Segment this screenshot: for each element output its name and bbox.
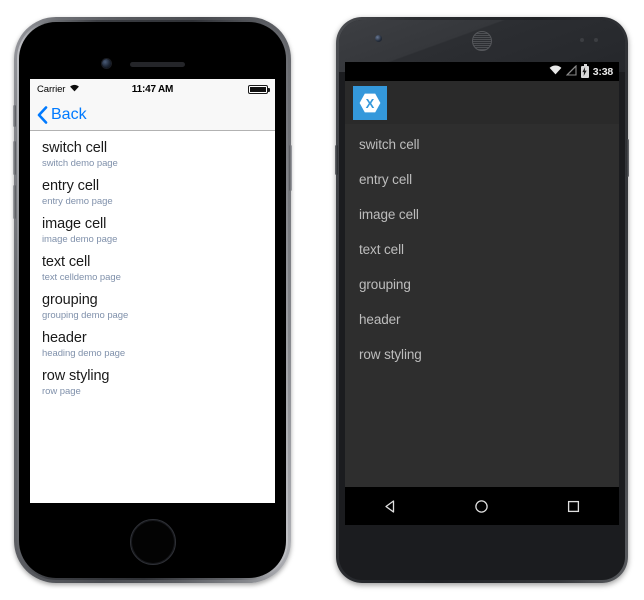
ios-nav-bar: Back [30, 99, 275, 131]
ios-list: switch cell switch demo page entry cell … [30, 131, 275, 402]
list-item[interactable]: header [345, 302, 619, 337]
volume-up-button[interactable] [13, 141, 16, 175]
list-item-detail: heading demo page [42, 348, 126, 359]
ambient-light-sensor-icon [594, 38, 598, 42]
cell-signal-icon [565, 64, 577, 79]
android-clock: 3:38 [592, 65, 613, 78]
list-item[interactable]: text cell [345, 232, 619, 267]
battery-charging-icon [580, 63, 589, 78]
svg-text:X: X [366, 96, 375, 111]
list-item-title: row styling [42, 368, 110, 384]
list-item-title: header [42, 330, 87, 346]
device-comparison-screenshot: Carrier 11:47 AM Back switch cell switch… [0, 0, 644, 600]
iphone-device: Carrier 11:47 AM Back switch cell switch… [13, 17, 292, 583]
android-device: 3:38 X switch cell entry cell image cell… [335, 17, 629, 583]
carrier-label: Carrier [37, 83, 66, 95]
android-nav-bar [345, 487, 619, 525]
list-item[interactable]: image cell image demo page [30, 212, 275, 250]
iphone-screen: Carrier 11:47 AM Back switch cell switch… [30, 79, 275, 503]
list-item-detail: grouping demo page [42, 310, 129, 321]
list-item[interactable]: entry cell entry demo page [30, 174, 275, 212]
home-button[interactable] [129, 519, 176, 565]
list-item-detail: text celldemo page [42, 272, 121, 283]
android-status-bar: 3:38 [345, 62, 619, 81]
wifi-icon [69, 83, 80, 95]
list-item[interactable]: switch cell [345, 127, 619, 162]
list-item-detail: entry demo page [42, 196, 113, 207]
list-item[interactable]: text cell text celldemo page [30, 250, 275, 288]
earpiece-speaker-icon [130, 62, 185, 67]
list-item-title: switch cell [42, 140, 107, 156]
list-item[interactable]: row styling row page [30, 364, 275, 402]
list-item-title: grouping [42, 292, 98, 308]
back-button-label: Back [51, 105, 87, 123]
list-item-detail: row page [42, 386, 81, 397]
volume-down-button[interactable] [13, 185, 16, 219]
android-action-bar: X [345, 81, 619, 124]
power-button[interactable] [289, 145, 292, 191]
proximity-sensor-icon [580, 38, 584, 42]
list-item-title: text cell [42, 254, 91, 270]
mute-switch[interactable] [13, 105, 16, 127]
front-camera-icon [102, 59, 111, 68]
list-item[interactable]: switch cell switch demo page [30, 136, 275, 174]
xamarin-logo-icon[interactable]: X [353, 85, 387, 120]
front-camera-icon [375, 35, 382, 42]
power-button[interactable] [626, 139, 629, 177]
ios-status-left: Carrier [37, 83, 80, 95]
list-item[interactable]: row styling [345, 337, 619, 372]
volume-button[interactable] [335, 145, 338, 175]
android-screen: 3:38 X switch cell entry cell image cell… [345, 62, 619, 525]
wifi-icon [549, 65, 562, 78]
list-item[interactable]: entry cell [345, 162, 619, 197]
ios-status-bar: Carrier 11:47 AM [30, 79, 275, 99]
nav-back-icon[interactable] [382, 498, 399, 515]
list-item[interactable]: grouping grouping demo page [30, 288, 275, 326]
list-item-title: image cell [42, 216, 107, 232]
nav-recents-icon[interactable] [565, 498, 582, 515]
nav-home-icon[interactable] [473, 498, 490, 515]
earpiece-speaker-icon [472, 31, 492, 51]
ios-status-right [248, 84, 270, 94]
android-list: switch cell entry cell image cell text c… [345, 124, 619, 487]
list-item-detail: image demo page [42, 234, 118, 245]
list-item[interactable]: header heading demo page [30, 326, 275, 364]
chevron-left-icon [37, 105, 48, 124]
list-item-title: entry cell [42, 178, 100, 194]
battery-full-icon [248, 84, 270, 94]
list-item[interactable]: image cell [345, 197, 619, 232]
list-item[interactable]: grouping [345, 267, 619, 302]
back-button[interactable]: Back [37, 106, 87, 124]
list-item-detail: switch demo page [42, 158, 118, 169]
